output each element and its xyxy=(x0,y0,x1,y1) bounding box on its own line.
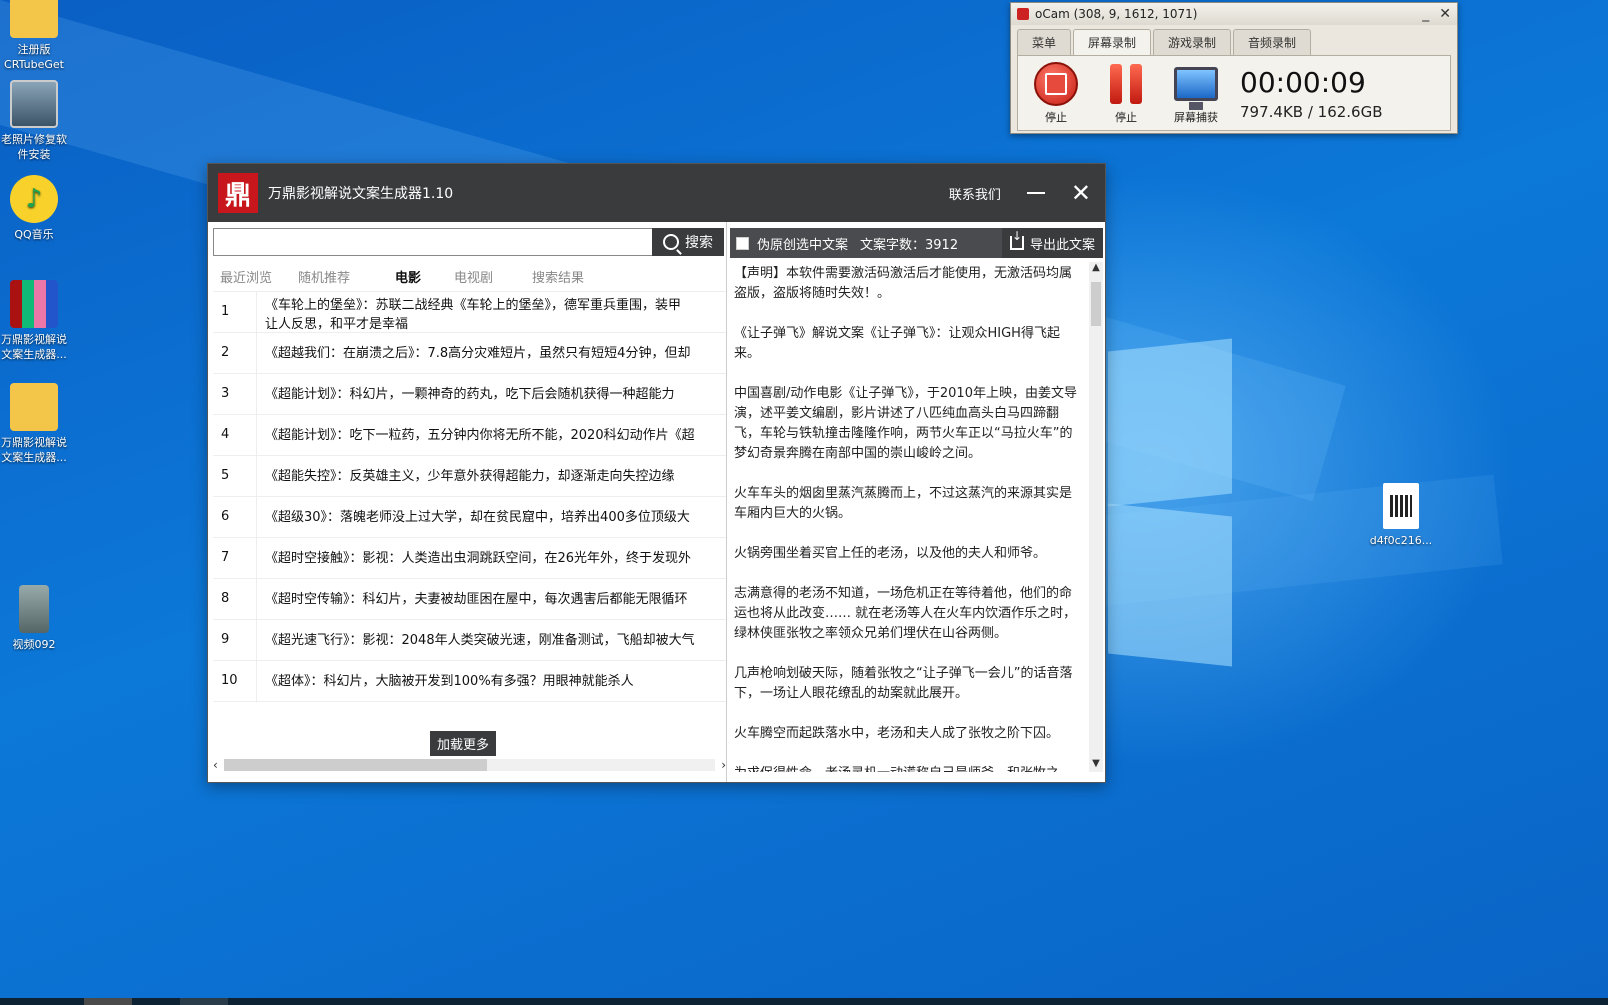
ocam-status: 00:00:09 797.4KB / 162.6GB xyxy=(1240,66,1383,121)
qrcode-file-icon xyxy=(1383,483,1419,529)
folder-icon xyxy=(10,383,58,431)
ocam-pause-button[interactable]: 停止 xyxy=(1100,61,1152,125)
list-item[interactable]: 4 《超能计划》：吃下一粒药，五分钟内你将无所不能，2020科幻动作片《超 xyxy=(213,415,726,456)
ocam-tab-audio-record[interactable]: 音频录制 xyxy=(1233,29,1312,55)
ocam-window: oCam (308, 9, 1612, 1071) _ ✕ 菜单 屏幕录制 游戏… xyxy=(1010,2,1458,134)
scroll-down-icon[interactable]: ▼ xyxy=(1089,758,1103,772)
taskbar xyxy=(0,998,1608,1005)
paragraph: 【声明】本软件需要激活码激活后才能使用，无激活码均属盗版，盗版将随时失效！。 xyxy=(734,266,1073,301)
photo-icon xyxy=(10,80,58,128)
monitor-icon xyxy=(1174,67,1218,110)
app-title: 万鼎影视解说文案生成器1.10 xyxy=(268,186,454,202)
right-panel: 伪原创选中文案 文案字数：3912 导出此文案 【声明】本软件需要激活码激活后才… xyxy=(726,222,1105,782)
ocam-titlebar: oCam (308, 9, 1612, 1071) _ ✕ xyxy=(1011,3,1457,25)
contact-us-link[interactable]: 联系我们 xyxy=(949,184,1001,203)
desktop-icon-photo-repair[interactable]: 老照片修复软 件安装 xyxy=(0,80,70,162)
folder-icon xyxy=(10,0,58,38)
ocam-tab-game-record[interactable]: 游戏录制 xyxy=(1153,29,1232,55)
paragraph: 《让子弹飞》解说文案《让子弹飞》：让观众HIGH得飞起来。 xyxy=(734,326,1060,361)
scrollbar-thumb[interactable] xyxy=(1091,282,1101,326)
export-button[interactable]: 导出此文案 xyxy=(1001,228,1103,258)
search-bar: 搜索 xyxy=(213,228,724,256)
app-logo: 鼎 xyxy=(218,173,258,213)
ocam-file-size: 797.4KB / 162.6GB xyxy=(1240,102,1383,121)
desktop-icon-qrcode[interactable]: d4f0c216... xyxy=(1365,483,1437,548)
app-titlebar: 鼎 万鼎影视解说文案生成器1.10 联系我们 ✕ xyxy=(208,164,1105,222)
search-icon xyxy=(663,234,679,250)
word-count: 文案字数：3912 xyxy=(860,237,959,253)
horizontal-scrollbar[interactable]: ‹ › xyxy=(213,758,726,772)
paragraph: 几声枪响划破天际，随着张牧之“让子弹飞一会儿”的话音落下，一场让人眼花缭乱的劫案… xyxy=(734,666,1073,701)
scroll-left-icon[interactable]: ‹ xyxy=(213,758,218,772)
desktop-icon-wanding-archive[interactable]: 万鼎影视解说 文案生成器... xyxy=(0,280,70,362)
paragraph: 志满意得的老汤不知道，一场危机正在等待着他，他们的命运也将从此改变…… 就在老汤… xyxy=(734,586,1077,641)
search-button[interactable]: 搜索 xyxy=(652,228,724,256)
list-item[interactable]: 6 《超级30》：落魄老师没上过大学，却在贫民窟中，培养出400多位顶级大 xyxy=(213,497,726,538)
content-toolbar: 伪原创选中文案 文案字数：3912 导出此文案 xyxy=(730,228,1103,258)
ocam-app-icon xyxy=(1017,8,1029,20)
tab-search-results[interactable]: 搜索结果 xyxy=(525,267,603,291)
desktop-icon-wanding-folder[interactable]: 万鼎影视解说 文案生成器... xyxy=(0,383,70,465)
pseudo-original-label: 伪原创选中文案 xyxy=(757,237,849,253)
search-input[interactable] xyxy=(213,228,652,256)
windows-logo-pane xyxy=(1108,503,1232,667)
list-item[interactable]: 8 《超时空传输》：科幻片，夫妻被劫匪困在屋中，每次遇害后都能无限循环 xyxy=(213,579,726,620)
tab-recent[interactable]: 最近浏览 xyxy=(213,267,291,291)
pseudo-original-checkbox[interactable] xyxy=(736,236,749,250)
ocam-capture-button[interactable]: 屏幕捕获 xyxy=(1170,61,1222,125)
tab-tv[interactable]: 电视剧 xyxy=(447,267,525,291)
list-item[interactable]: 9 《超光速飞行》：影视：2048年人类突破光速，刚准备测试，飞船却被大气 xyxy=(213,620,726,661)
minimize-button[interactable] xyxy=(1026,192,1045,194)
ocam-tabs: 菜单 屏幕录制 游戏录制 音频录制 xyxy=(1011,25,1457,55)
list-item[interactable]: 5 《超能失控》：反英雄主义，少年意外获得超能力，却逐渐走向失控边缘 xyxy=(213,456,726,497)
ocam-tab-screen-record[interactable]: 屏幕录制 xyxy=(1073,29,1152,55)
script-content[interactable]: 【声明】本软件需要激活码激活后才能使用，无激活码均属盗版，盗版将随时失效！。 《… xyxy=(730,262,1086,772)
left-panel: 搜索 最近浏览 随机推荐 电影 电视剧 搜索结果 1 《车轮上的堡垒》：苏联二战… xyxy=(208,222,726,782)
paragraph: 火车腾空而起跌落水中，老汤和夫人成了张牧之阶下囚。 xyxy=(734,726,1060,741)
taskbar-item[interactable] xyxy=(180,998,228,1005)
windows-logo-pane xyxy=(1108,338,1232,507)
taskbar-item[interactable] xyxy=(84,998,132,1005)
list-item[interactable]: 3 《超能计划》：科幻片，一颗神奇的药丸，吃下后会随机获得一种超能力 xyxy=(213,374,726,415)
category-tabs: 最近浏览 随机推荐 电影 电视剧 搜索结果 xyxy=(213,267,603,291)
ocam-timer: 00:00:09 xyxy=(1240,65,1366,99)
app-window: 鼎 万鼎影视解说文案生成器1.10 联系我们 ✕ 搜索 最近浏览 随机推荐 电影… xyxy=(207,163,1106,783)
tab-random[interactable]: 随机推荐 xyxy=(291,267,369,291)
list-item[interactable]: 2 《超越我们：在崩溃之后》：7.8高分灾难短片，虽然只有短短4分钟，但却 xyxy=(213,333,726,374)
pause-icon xyxy=(1110,64,1142,104)
ocam-stop-record-button[interactable]: 停止 xyxy=(1030,61,1082,125)
download-icon xyxy=(1009,230,1024,250)
list-item[interactable]: 1 《车轮上的堡垒》：苏联二战经典《车轮上的堡垒》，德军重兵重围，装甲 让人反思，… xyxy=(213,292,726,333)
desktop-icon-qqmusic[interactable]: ♪ QQ音乐 xyxy=(0,175,70,242)
ocam-minimize-button[interactable]: _ xyxy=(1422,6,1429,22)
scrollbar-thumb[interactable] xyxy=(223,759,487,771)
load-more-button[interactable]: 加载更多 xyxy=(430,731,497,756)
ocam-close-button[interactable]: ✕ xyxy=(1439,6,1451,22)
movie-list: 1 《车轮上的堡垒》：苏联二战经典《车轮上的堡垒》，德军重兵重围，装甲 让人反思，… xyxy=(213,291,726,751)
list-item[interactable]: 7 《超时空接触》：影视：人类造出虫洞跳跃空间，在26光年外，终于发现外 xyxy=(213,538,726,579)
qqmusic-icon: ♪ xyxy=(10,175,58,223)
desktop-icon-video092[interactable]: 视频092 xyxy=(0,585,70,652)
desktop-icon-crtubeget[interactable]: 注册版 CRTubeGet xyxy=(0,0,70,72)
scroll-up-icon[interactable]: ▲ xyxy=(1089,262,1103,276)
close-button[interactable]: ✕ xyxy=(1071,181,1091,205)
vertical-scrollbar[interactable]: ▲ ▼ xyxy=(1089,262,1103,772)
ocam-title: oCam (308, 9, 1612, 1071) xyxy=(1035,7,1198,21)
video-file-icon xyxy=(19,585,49,633)
tab-movie[interactable]: 电影 xyxy=(369,267,447,291)
ocam-tab-menu[interactable]: 菜单 xyxy=(1017,29,1072,55)
paragraph: 火锅旁围坐着买官上任的老汤，以及他的夫人和师爷。 xyxy=(734,546,1047,561)
ocam-toolbar: 停止 停止 屏幕捕获 00:00:09 797.4KB / 162.6GB xyxy=(1017,55,1451,131)
archive-icon xyxy=(10,280,58,328)
paragraph: 为求保得性命，老汤灵机一动谎称自己是师爷，和张牧之 xyxy=(734,764,1082,772)
record-stop-icon xyxy=(1034,62,1078,106)
paragraph: 中国喜剧/动作电影《让子弹飞》，于2010年上映，由姜文导演，述平姜文编剧，影片… xyxy=(734,386,1077,461)
paragraph: 火车车头的烟囱里蒸汽蒸腾而上，不过这蒸汽的来源其实是车厢内巨大的火锅。 xyxy=(734,486,1073,521)
list-item[interactable]: 10 《超体》：科幻片，大脑被开发到100%有多强？用眼神就能杀人 xyxy=(213,661,726,702)
